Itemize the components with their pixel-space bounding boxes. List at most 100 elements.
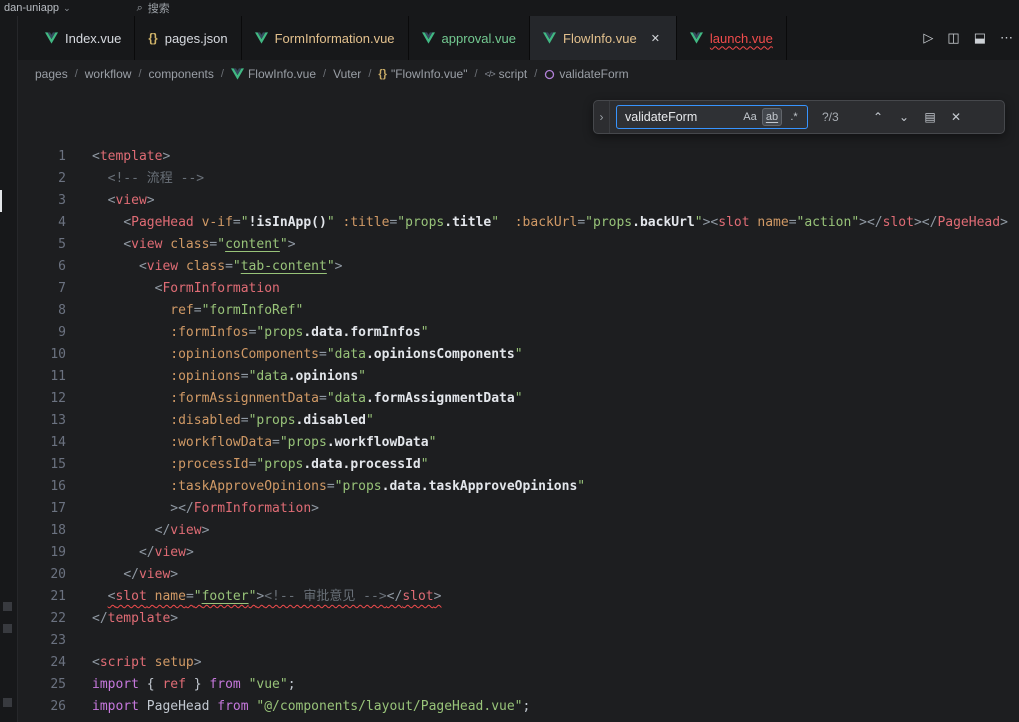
- code-line[interactable]: 22</template>: [18, 608, 1019, 630]
- line-number: 25: [18, 674, 80, 696]
- match-case-button[interactable]: Aa: [740, 108, 760, 126]
- code-line[interactable]: 25import { ref } from "vue";: [18, 674, 1019, 696]
- tab-flowinfo-vue[interactable]: FlowInfo.vue ✕: [530, 16, 677, 60]
- previous-match-button[interactable]: ⌃: [868, 107, 888, 127]
- code-line[interactable]: 15 :processId="props.data.processId": [18, 454, 1019, 476]
- code-text: <FormInformation: [80, 278, 280, 300]
- code-line[interactable]: 26import PageHead from "@/components/lay…: [18, 696, 1019, 718]
- tab-approval-vue[interactable]: approval.vue: [409, 16, 530, 60]
- code-line[interactable]: 4 <PageHead v-if="!isInApp()" :title="pr…: [18, 212, 1019, 234]
- line-number: 6: [18, 256, 80, 278]
- code-line[interactable]: 8 ref="formInfoRef": [18, 300, 1019, 322]
- breadcrumb-label: Vuter: [333, 67, 361, 81]
- regex-button[interactable]: .*: [784, 108, 804, 126]
- split-editor-button[interactable]: ◫: [947, 30, 959, 46]
- line-number: 14: [18, 432, 80, 454]
- breadcrumb-item-components[interactable]: components: [149, 67, 214, 81]
- code-line[interactable]: 1<template>: [18, 146, 1019, 168]
- code-line[interactable]: 17 ></FormInformation>: [18, 498, 1019, 520]
- code-line[interactable]: 18 </view>: [18, 520, 1019, 542]
- code-text: </view>: [80, 520, 209, 542]
- breadcrumb-label: "FlowInfo.vue": [391, 67, 468, 81]
- code-line[interactable]: 7 <FormInformation: [18, 278, 1019, 300]
- code-line[interactable]: 21 <slot name="footer"><!-- 审批意见 --></sl…: [18, 586, 1019, 608]
- tab-bar: Index.vue{}pages.jsonFormInformation.vue…: [18, 16, 1019, 60]
- more-actions-button[interactable]: ⋯: [1000, 30, 1013, 46]
- breadcrumb-label: components: [149, 67, 214, 81]
- activity-bar[interactable]: [0, 16, 18, 722]
- code-line[interactable]: 24<script setup>: [18, 652, 1019, 674]
- breadcrumb-separator: /: [534, 68, 537, 80]
- code-line[interactable]: 12 :formAssignmentData="data.formAssignm…: [18, 388, 1019, 410]
- breadcrumb-label: script: [499, 67, 528, 81]
- code-text: <PageHead v-if="!isInApp()" :title="prop…: [80, 212, 1008, 234]
- whole-word-button[interactable]: ab: [762, 108, 782, 126]
- breadcrumb-label: validateForm: [559, 67, 628, 81]
- breadcrumb-item-script[interactable]: </>script: [485, 67, 528, 81]
- next-match-button[interactable]: ⌄: [894, 107, 914, 127]
- code-line[interactable]: 9 :formInfos="props.data.formInfos": [18, 322, 1019, 344]
- code-line[interactable]: 23: [18, 630, 1019, 652]
- toggle-panel-button[interactable]: ⬓: [974, 30, 986, 46]
- breadcrumb-item-workflow[interactable]: workflow: [85, 67, 132, 81]
- code-line[interactable]: 2 <!-- 流程 -->: [18, 168, 1019, 190]
- close-find-button[interactable]: ✕: [946, 107, 966, 127]
- method-symbol-icon: [544, 69, 555, 80]
- code-text: import PageHead from "@/components/layou…: [80, 696, 530, 718]
- vue-icon: [422, 32, 435, 44]
- code-line[interactable]: 13 :disabled="props.disabled": [18, 410, 1019, 432]
- find-input[interactable]: validateForm Aa ab .*: [616, 105, 808, 129]
- breadcrumb-item-vuter[interactable]: Vuter: [333, 67, 361, 81]
- tab-pages-json[interactable]: {}pages.json: [135, 16, 241, 60]
- code-text: <slot name="footer"><!-- 审批意见 --></slot>: [80, 586, 441, 608]
- code-line[interactable]: 3 <view>: [18, 190, 1019, 212]
- line-number: 2: [18, 168, 80, 190]
- activity-icon-fragment: [3, 624, 12, 633]
- tab-forminformation-vue[interactable]: FormInformation.vue: [242, 16, 409, 60]
- code-text: <view class="tab-content">: [80, 256, 342, 278]
- code-area[interactable]: 1<template>2 <!-- 流程 -->3 <view>4 <PageH…: [18, 88, 1019, 718]
- toggle-replace-button[interactable]: ›: [594, 101, 610, 133]
- line-number: 21: [18, 586, 80, 608]
- line-number: 13: [18, 410, 80, 432]
- find-widget: › validateForm Aa ab .* ?/3 ⌃ ⌄ ▤ ✕: [593, 100, 1005, 134]
- search-box[interactable]: ⌕ 搜索: [127, 1, 180, 15]
- breadcrumb-item-flowinfo-vue[interactable]: FlowInfo.vue: [231, 67, 316, 81]
- code-text: <view>: [80, 190, 155, 212]
- find-in-selection-button[interactable]: ▤: [920, 107, 940, 127]
- breadcrumb-label: FlowInfo.vue: [248, 67, 316, 81]
- activity-icon-fragment: [3, 602, 12, 611]
- line-number: 26: [18, 696, 80, 718]
- breadcrumb-separator: /: [221, 68, 224, 80]
- code-text: :formInfos="props.data.formInfos": [80, 322, 429, 344]
- tab-launch-vue[interactable]: launch.vue: [677, 16, 787, 60]
- line-number: 3: [18, 190, 80, 212]
- code-line[interactable]: 6 <view class="tab-content">: [18, 256, 1019, 278]
- code-line[interactable]: 11 :opinions="data.opinions": [18, 366, 1019, 388]
- app-menu[interactable]: dan-uniapp ⌄: [0, 2, 71, 14]
- find-query[interactable]: validateForm: [625, 110, 738, 124]
- line-number: 19: [18, 542, 80, 564]
- line-number: 23: [18, 630, 80, 652]
- breadcrumb-item-validateform[interactable]: validateForm: [544, 67, 628, 81]
- editor-tabs: Index.vue{}pages.jsonFormInformation.vue…: [18, 16, 787, 60]
- close-tab-icon[interactable]: ✕: [648, 31, 663, 46]
- breadcrumb-item-pages[interactable]: pages: [35, 67, 68, 81]
- line-number: 16: [18, 476, 80, 498]
- search-icon: ⌕: [137, 2, 143, 15]
- code-line[interactable]: 20 </view>: [18, 564, 1019, 586]
- code-line[interactable]: 14 :workflowData="props.workflowData": [18, 432, 1019, 454]
- code-line[interactable]: 16 :taskApproveOpinions="props.data.task…: [18, 476, 1019, 498]
- braces-icon: {}: [378, 68, 387, 80]
- code-text: <!-- 流程 -->: [80, 168, 204, 190]
- code-line[interactable]: 19 </view>: [18, 542, 1019, 564]
- tab-label: FlowInfo.vue: [563, 31, 637, 46]
- tab-label: approval.vue: [442, 31, 516, 46]
- code-line[interactable]: 10 :opinionsComponents="data.opinionsCom…: [18, 344, 1019, 366]
- breadcrumb-item--flowinfo-vue-[interactable]: {} "FlowInfo.vue": [378, 67, 467, 81]
- tab-index-vue[interactable]: Index.vue: [32, 16, 135, 60]
- line-number: 10: [18, 344, 80, 366]
- code-line[interactable]: 5 <view class="content">: [18, 234, 1019, 256]
- editor[interactable]: › validateForm Aa ab .* ?/3 ⌃ ⌄ ▤ ✕ 1<te…: [18, 88, 1019, 722]
- run-button[interactable]: ▷: [923, 30, 933, 46]
